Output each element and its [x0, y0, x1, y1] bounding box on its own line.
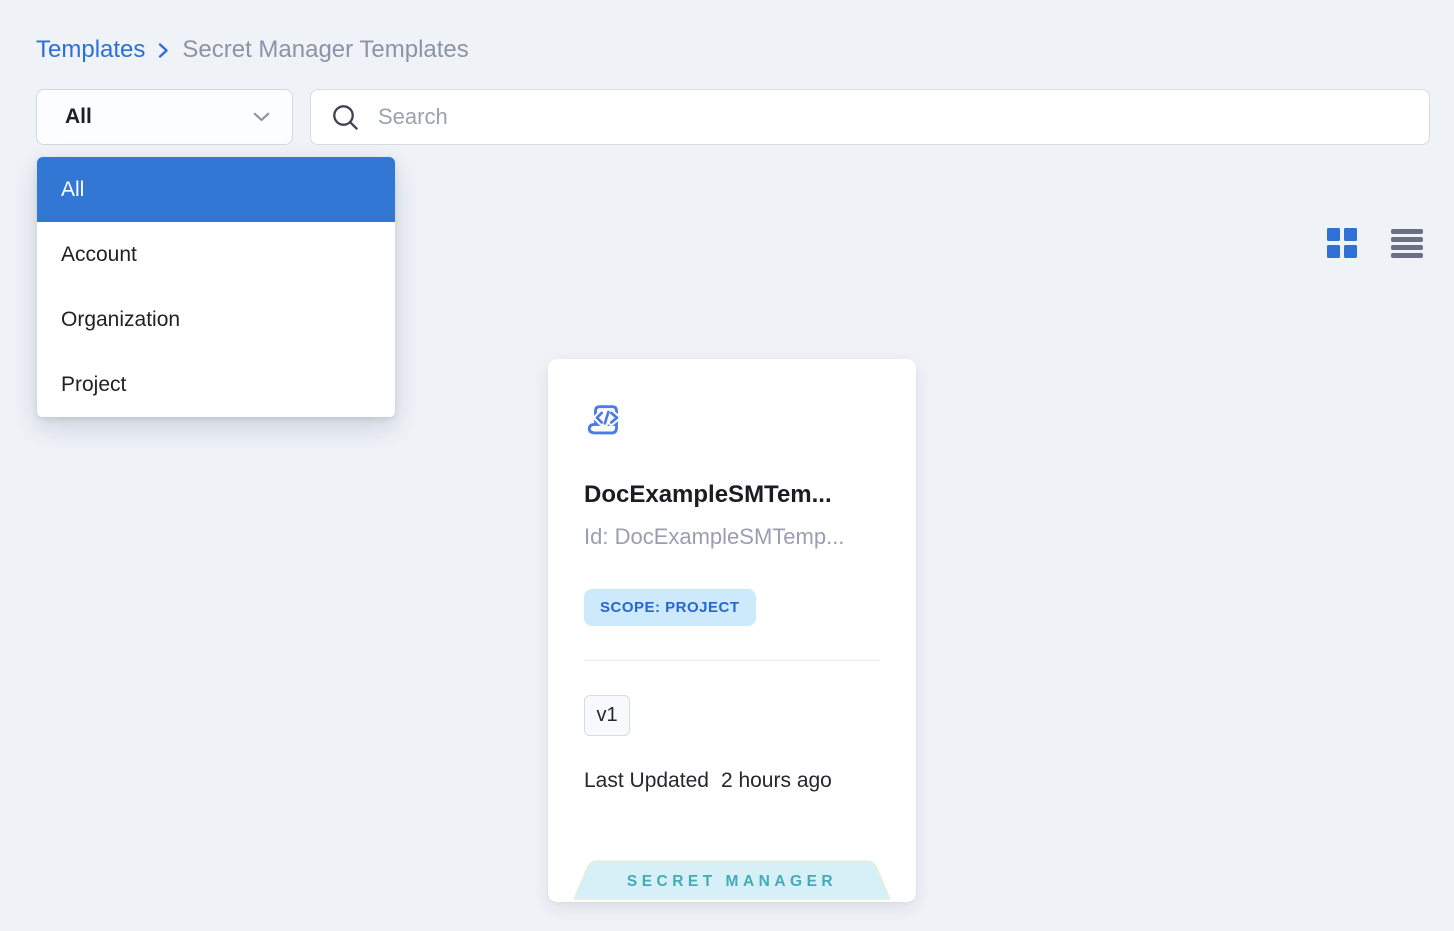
scope-filter-value: All [65, 105, 253, 129]
template-card[interactable]: DocExampleSMTem... Id: DocExampleSMTemp.… [548, 359, 916, 902]
dropdown-option-project[interactable]: Project [37, 352, 395, 417]
last-updated-label: Last Updated [584, 769, 709, 793]
dropdown-option-account[interactable]: Account [37, 222, 395, 287]
scope-filter-select[interactable]: All [36, 89, 293, 145]
chevron-right-icon [158, 42, 169, 59]
search-icon [332, 104, 359, 131]
chevron-down-icon [253, 112, 270, 122]
dropdown-option-organization[interactable]: Organization [37, 287, 395, 352]
scope-badge: SCOPE: PROJECT [584, 589, 756, 626]
search-input[interactable] [376, 103, 1409, 131]
card-divider [584, 660, 880, 661]
dropdown-option-all[interactable]: All [37, 157, 395, 222]
breadcrumb: Templates Secret Manager Templates [36, 36, 469, 64]
page-title: Secret Manager Templates [182, 36, 468, 64]
search-bar[interactable] [310, 89, 1430, 145]
last-updated-row: Last Updated 2 hours ago [584, 769, 832, 793]
breadcrumb-templates-link[interactable]: Templates [36, 36, 145, 64]
secret-manager-banner-label: SECRET MANAGER [627, 873, 837, 890]
script-template-icon [585, 401, 627, 443]
secret-manager-banner: SECRET MANAGER [572, 860, 892, 900]
template-title: DocExampleSMTem... [584, 481, 832, 509]
list-view-icon[interactable] [1391, 229, 1423, 258]
template-id: Id: DocExampleSMTemp... [584, 524, 844, 550]
last-updated-value: 2 hours ago [721, 769, 832, 793]
version-chip: v1 [584, 695, 630, 736]
grid-view-icon[interactable] [1327, 228, 1357, 258]
scope-dropdown-menu: All Account Organization Project [37, 157, 395, 417]
